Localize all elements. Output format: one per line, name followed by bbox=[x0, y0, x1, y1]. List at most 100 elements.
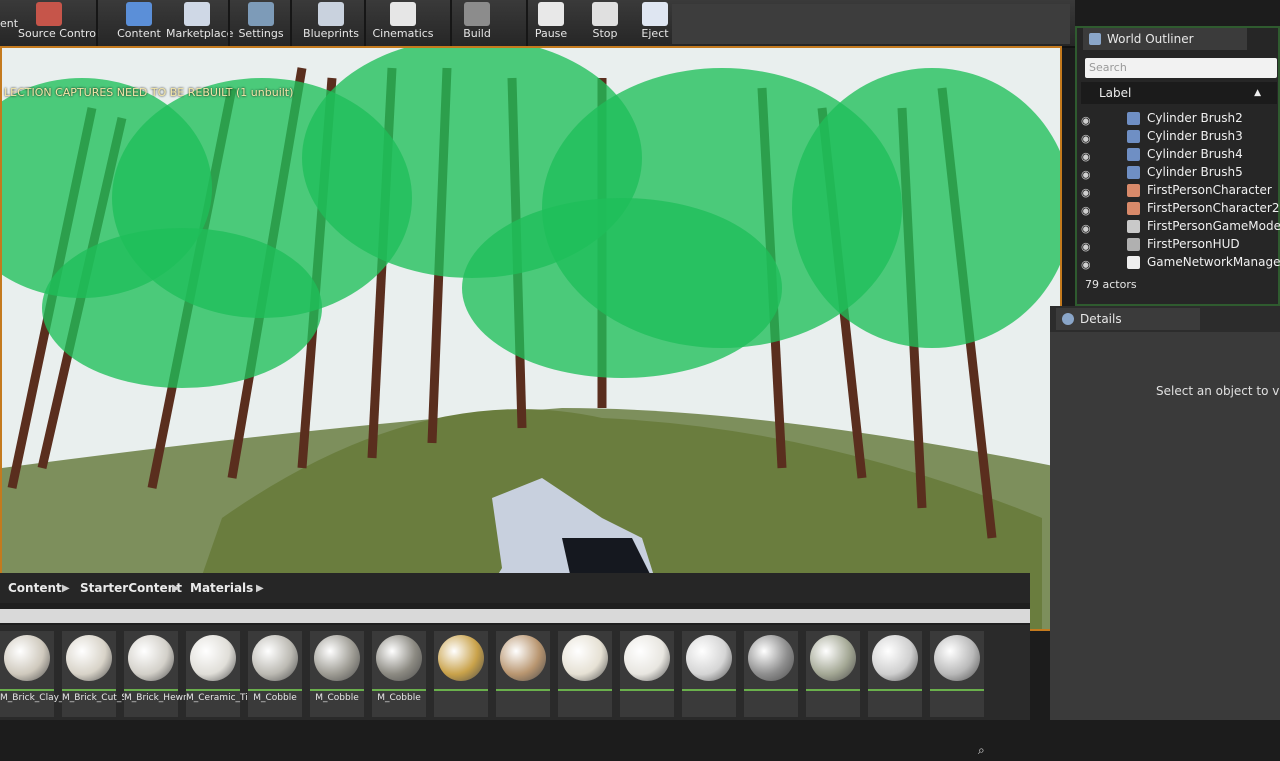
tab-world-outliner[interactable]: World Outliner bbox=[1083, 28, 1247, 50]
breadcrumb-startercontent[interactable]: StarterContent bbox=[80, 581, 182, 595]
asset-type-bar bbox=[0, 689, 54, 691]
eye-icon[interactable]: ◉ bbox=[1081, 184, 1091, 201]
breadcrumb-arrow-icon[interactable]: ▶ bbox=[256, 583, 264, 594]
outliner-row[interactable]: ◉ Cylinder Brush5 bbox=[1081, 164, 1277, 181]
material-sphere-icon bbox=[128, 635, 174, 681]
material-sphere-icon bbox=[376, 635, 422, 681]
eye-icon[interactable]: ◉ bbox=[1081, 166, 1091, 183]
toolbar-empty-area bbox=[672, 4, 1070, 44]
breadcrumb-arrow-icon[interactable]: ▶ bbox=[172, 583, 180, 594]
eye-icon[interactable]: ◉ bbox=[1081, 220, 1091, 237]
bamboo-foliage bbox=[462, 198, 782, 378]
asset-tile[interactable]: M_Cobble bbox=[248, 631, 302, 717]
gamemode-icon bbox=[1127, 220, 1140, 233]
pause-icon bbox=[538, 2, 564, 26]
eye-icon[interactable]: ◉ bbox=[1081, 238, 1091, 255]
asset-type-bar bbox=[558, 689, 612, 691]
asset-type-bar bbox=[310, 689, 364, 691]
asset-type-bar bbox=[868, 689, 922, 691]
brush-icon bbox=[1127, 130, 1140, 143]
eject-icon bbox=[642, 2, 668, 26]
asset-tile[interactable] bbox=[930, 631, 984, 717]
asset-tile[interactable]: M_Brick_Cut_Stone bbox=[62, 631, 148, 717]
outliner-row-label: GameNetworkManager bbox=[1147, 255, 1280, 269]
asset-tile[interactable] bbox=[868, 631, 922, 717]
asset-tile[interactable] bbox=[682, 631, 736, 717]
viewport-warning: LECTION CAPTURES NEED TO BE REBUILT (1 u… bbox=[4, 86, 294, 99]
outliner-row-label: FirstPersonCharacter2 bbox=[1147, 201, 1280, 215]
outliner-column-label[interactable]: Label ▲ bbox=[1081, 82, 1277, 104]
eye-icon[interactable]: ◉ bbox=[1081, 148, 1091, 165]
brush-icon bbox=[1127, 112, 1140, 125]
asset-type-bar bbox=[806, 689, 860, 691]
asset-name: M_Cobble bbox=[377, 693, 421, 703]
toolbar-marketplace-button[interactable]: Marketplace bbox=[166, 0, 233, 46]
toolbar-pause-button[interactable]: Pause bbox=[520, 0, 582, 46]
toolbar-button-label: Source Control bbox=[18, 27, 100, 40]
eye-icon[interactable]: ◉ bbox=[1081, 130, 1091, 147]
outliner-row[interactable]: ◉ FirstPersonHUD bbox=[1081, 236, 1277, 253]
asset-tile[interactable] bbox=[496, 631, 550, 717]
asset-tile[interactable] bbox=[806, 631, 860, 717]
eye-icon[interactable]: ◉ bbox=[1081, 256, 1091, 273]
toolbar-settings-button[interactable]: Settings bbox=[230, 0, 292, 46]
asset-grid: ⌕ M_Brick_Clay_Old M_Brick_Cut_Stone M_Bri… bbox=[0, 625, 1030, 757]
toolbar-source-control-button[interactable]: Source Control bbox=[18, 0, 100, 46]
asset-tile[interactable]: M_Brick_Hewn_Stone bbox=[124, 631, 220, 717]
eye-icon[interactable]: ◉ bbox=[1081, 112, 1091, 129]
outliner-row[interactable]: ◉ FirstPersonCharacter2 bbox=[1081, 200, 1280, 219]
asset-tile[interactable]: M_Cobble bbox=[310, 631, 364, 717]
asset-tile[interactable]: M_Cobble bbox=[372, 631, 426, 717]
material-sphere-icon bbox=[686, 635, 732, 681]
asset-type-bar bbox=[62, 689, 116, 691]
breadcrumb-materials[interactable]: Materials bbox=[190, 581, 253, 595]
actor-count: 79 actors bbox=[1085, 278, 1137, 291]
breadcrumb-arrow-icon[interactable]: ▶ bbox=[62, 583, 70, 594]
outliner-row[interactable]: ◉ FirstPersonGameMode bbox=[1081, 218, 1280, 237]
material-sphere-icon bbox=[872, 635, 918, 681]
toolbar-cinematics-button[interactable]: Cinematics bbox=[372, 0, 434, 46]
level-viewport[interactable]: LECTION CAPTURES NEED TO BE REBUILT (1 u… bbox=[0, 46, 1062, 631]
breadcrumb-content[interactable]: Content bbox=[8, 581, 62, 595]
asset-type-bar bbox=[124, 689, 178, 691]
asset-tile[interactable] bbox=[744, 631, 798, 717]
asset-tile[interactable] bbox=[434, 631, 488, 717]
outliner-search-input[interactable]: Search bbox=[1085, 58, 1277, 78]
asset-tile[interactable] bbox=[620, 631, 674, 717]
toolbar-build-button[interactable]: Build bbox=[446, 0, 508, 46]
toolbar-separator bbox=[290, 0, 292, 46]
hud-icon bbox=[1127, 238, 1140, 251]
build-icon bbox=[464, 2, 490, 26]
toolbar-button-label: Build bbox=[463, 27, 491, 40]
asset-name: M_Cobble bbox=[315, 693, 359, 703]
toolbar-content-button[interactable]: Content bbox=[108, 0, 170, 46]
asset-type-bar bbox=[248, 689, 302, 691]
outliner-row[interactable]: ◉ Cylinder Brush3 bbox=[1081, 128, 1277, 145]
outliner-row[interactable]: ◉ GameNetworkManager bbox=[1081, 254, 1280, 273]
tab-details[interactable]: Details bbox=[1056, 308, 1200, 330]
asset-name: M_Brick_Cut_Stone bbox=[62, 693, 148, 703]
outliner-row[interactable]: ◉ Cylinder Brush4 bbox=[1081, 146, 1277, 163]
main-toolbar: ent Source Control Content Marketplace Sett… bbox=[0, 0, 1075, 48]
material-sphere-icon bbox=[624, 635, 670, 681]
asset-tile[interactable]: M_Brick_Clay_Old bbox=[0, 631, 79, 717]
marketplace-icon bbox=[184, 2, 210, 26]
asset-tile[interactable] bbox=[558, 631, 612, 717]
asset-filter-bar[interactable] bbox=[0, 609, 1030, 623]
material-sphere-icon bbox=[562, 635, 608, 681]
outliner-row[interactable]: ◉ FirstPersonCharacter bbox=[1081, 182, 1277, 199]
outliner-row[interactable]: ◉ Cylinder Brush2 bbox=[1081, 110, 1277, 127]
toolbar-button-label: Pause bbox=[534, 27, 568, 40]
asset-tile[interactable]: M_Ceramic_Tile_Checker bbox=[186, 631, 297, 717]
material-sphere-icon bbox=[748, 635, 794, 681]
eye-icon[interactable]: ◉ bbox=[1081, 202, 1091, 219]
material-sphere-icon bbox=[500, 635, 546, 681]
search-icon[interactable]: ⌕ bbox=[978, 743, 1000, 761]
asset-type-bar bbox=[682, 689, 736, 691]
asset-type-bar bbox=[372, 689, 426, 691]
brush-icon bbox=[1127, 148, 1140, 161]
toolbar-blueprints-button[interactable]: Blueprints bbox=[300, 0, 362, 46]
asset-name: M_Brick_Hewn_Stone bbox=[124, 693, 220, 703]
asset-type-bar bbox=[620, 689, 674, 691]
character-icon bbox=[1127, 202, 1140, 215]
